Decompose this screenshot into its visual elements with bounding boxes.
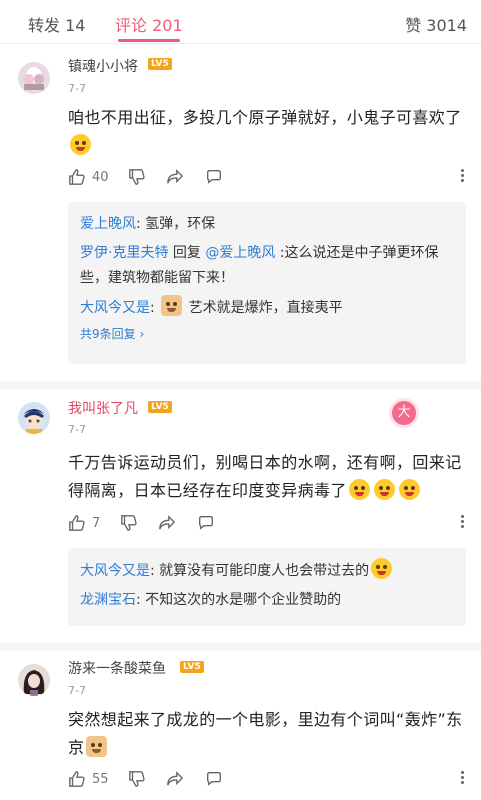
comment-text: 千万告诉运动员们，别喝日本的水啊，还有啊，回来记得隔离，日本已经存在印度变异病毒…	[68, 449, 468, 505]
reply-button[interactable]	[197, 513, 215, 533]
more-options-icon[interactable]	[452, 513, 472, 533]
like-button[interactable]: 7	[68, 513, 100, 533]
reply-author[interactable]: 罗伊·克里夫特	[80, 245, 168, 261]
like-count: 55	[92, 771, 109, 787]
avatar[interactable]	[18, 62, 50, 94]
comment-bubble-icon	[207, 772, 221, 786]
level-badge: LV5	[148, 401, 172, 413]
comment-tabs: 转发 14 评论 201 赞 3014	[0, 0, 481, 44]
comment-date: 7-7	[68, 423, 86, 436]
comment-text-content: 咱也不用出征，多投几个原子弹就好，小鬼子可喜欢了	[68, 108, 462, 127]
dislike-button[interactable]	[128, 769, 146, 789]
username[interactable]: 镇魂小小将	[68, 56, 138, 76]
comment-bubble-icon	[199, 516, 213, 530]
scared-emoji-icon	[348, 479, 370, 500]
active-tab-indicator	[118, 39, 180, 42]
reply-to-label: 回复	[168, 245, 206, 261]
laughing-emoji-icon	[70, 134, 91, 155]
view-all-replies-link[interactable]: 共9条回复 ›	[80, 325, 454, 342]
comment-actions: 55	[68, 769, 468, 789]
dislike-button[interactable]	[120, 513, 138, 533]
share-button[interactable]	[158, 513, 176, 533]
more-options-icon[interactable]	[452, 167, 472, 187]
thumbs-down-icon	[129, 169, 145, 185]
comment-text: 突然想起来了成龙的一个电影，里边有个词叫“轰炸”东京	[68, 706, 468, 762]
comment-actions: 7	[68, 513, 468, 533]
share-icon	[159, 515, 176, 530]
reply-item: 罗伊·克里夫特 回复 @爱上晚风 :这么说还是中子弹更环保些，建筑物都能留下来！	[80, 241, 454, 291]
level-badge: LV5	[180, 661, 204, 673]
vip-badge: 大	[392, 401, 416, 425]
thumbs-down-icon	[121, 515, 137, 531]
like-button[interactable]: 40	[68, 167, 109, 187]
share-button[interactable]	[166, 769, 184, 789]
share-icon	[167, 169, 184, 184]
reply-button[interactable]	[205, 167, 223, 187]
reply-separator: :	[136, 216, 146, 232]
thumbs-up-icon	[69, 515, 85, 531]
like-count: 40	[92, 169, 109, 185]
reply-item: 爱上晚风: 氢弹，环保	[80, 212, 454, 237]
avatar[interactable]	[18, 402, 50, 434]
reply-author[interactable]: 大风今又是	[80, 563, 150, 579]
reply-separator: :	[136, 592, 146, 608]
reply-button[interactable]	[205, 769, 223, 789]
reply-text: 氢弹，环保	[145, 216, 216, 232]
comment-bubble-icon	[207, 170, 221, 184]
share-button[interactable]	[166, 167, 184, 187]
dog-emoji-icon	[86, 736, 108, 757]
like-button[interactable]: 55	[68, 769, 109, 789]
comment-actions: 40	[68, 167, 468, 187]
comment-text: 咱也不用出征，多投几个原子弹就好，小鬼子可喜欢了	[68, 104, 468, 160]
reply-author[interactable]: 龙渊宝石	[80, 592, 136, 608]
thumbs-up-icon	[69, 771, 85, 787]
reply-item: 龙渊宝石: 不知这次的水是哪个企业赞助的	[80, 588, 454, 613]
level-badge: LV5	[148, 58, 172, 70]
reply-author[interactable]: 大风今又是	[80, 300, 150, 316]
replies-box[interactable]: 爱上晚风: 氢弹，环保 罗伊·克里夫特 回复 @爱上晚风 :这么说还是中子弹更环…	[68, 202, 466, 364]
like-count: 7	[92, 515, 101, 531]
dog-emoji-icon	[161, 295, 183, 316]
thumbs-up-icon	[69, 169, 85, 185]
reply-author[interactable]: 爱上晚风	[80, 216, 136, 232]
dislike-button[interactable]	[128, 167, 146, 187]
tab-forward[interactable]: 转发 14	[28, 12, 85, 36]
section-divider	[0, 643, 481, 651]
share-icon	[167, 771, 184, 786]
replies-box[interactable]: 大风今又是: 就算没有可能印度人也会带过去的 龙渊宝石: 不知这次的水是哪个企业…	[68, 548, 466, 626]
comment-text-content: 突然想起来了成龙的一个电影，里边有个词叫“轰炸”东京	[68, 710, 463, 757]
reply-separator: :	[150, 563, 160, 579]
avatar[interactable]	[18, 664, 50, 696]
section-divider	[0, 381, 481, 389]
reply-text: 艺术就是爆炸，直接夷平	[188, 300, 343, 316]
reply-item: 大风今又是: 艺术就是爆炸，直接夷平	[80, 295, 454, 321]
reply-separator: :	[150, 300, 160, 316]
more-options-icon[interactable]	[452, 769, 472, 789]
tab-comments[interactable]: 评论 201	[115, 12, 183, 36]
tab-likes[interactable]: 赞 3014	[405, 12, 467, 36]
reply-mention[interactable]: @爱上晚风	[205, 245, 275, 261]
crying-emoji-icon	[371, 558, 393, 579]
comment-date: 7-7	[68, 82, 86, 95]
username[interactable]: 我叫张了凡	[68, 398, 138, 418]
scared-emoji-icon	[373, 479, 395, 500]
reply-text: 就算没有可能印度人也会带过去的	[159, 563, 370, 579]
reply-separator: :	[275, 245, 285, 261]
username[interactable]: 游来一条酸菜鱼	[68, 658, 166, 678]
scared-emoji-icon	[398, 479, 420, 500]
reply-text: 不知这次的水是哪个企业赞助的	[145, 592, 342, 608]
reply-item: 大风今又是: 就算没有可能印度人也会带过去的	[80, 558, 454, 584]
thumbs-down-icon	[129, 771, 145, 787]
comment-date: 7-7	[68, 684, 86, 697]
